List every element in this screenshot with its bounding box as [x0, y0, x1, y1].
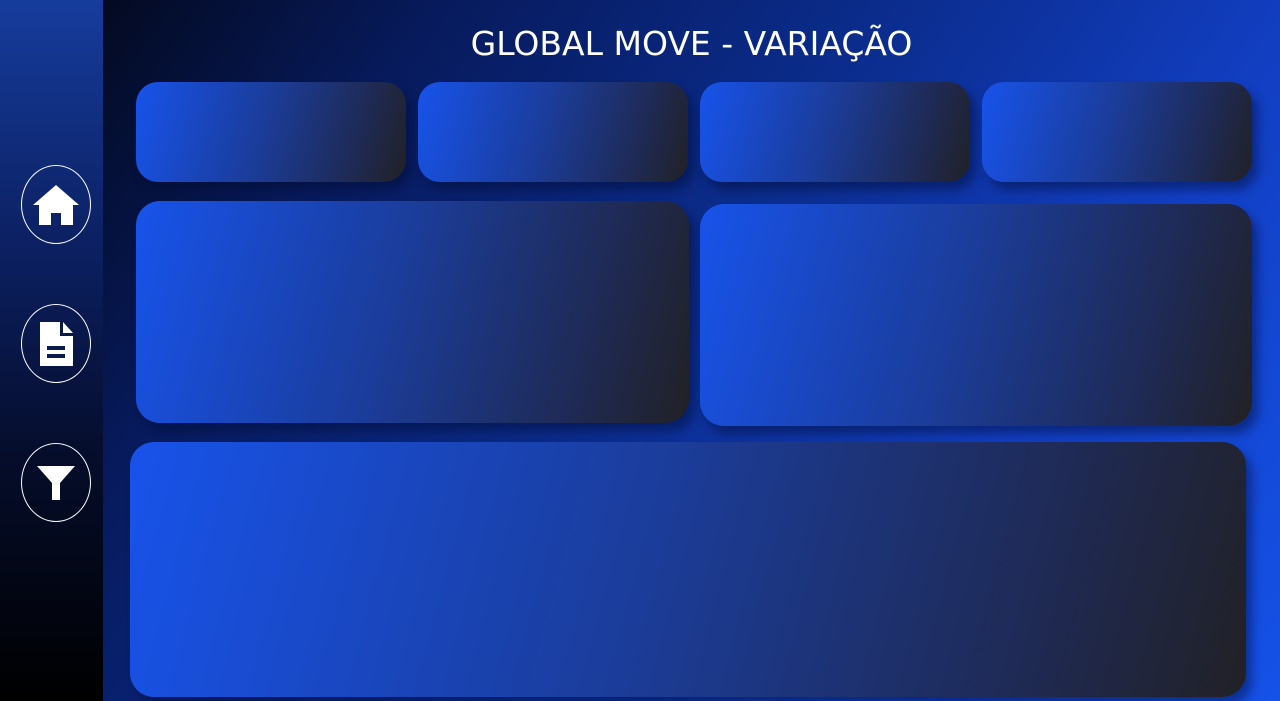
kpi-card-1	[136, 82, 406, 182]
chart-panel-right	[700, 204, 1252, 426]
kpi-card-2	[418, 82, 688, 182]
filter-button[interactable]	[21, 443, 91, 522]
chart-panel-left	[136, 201, 689, 423]
kpi-card-3	[700, 82, 970, 182]
kpi-card-4	[982, 82, 1252, 182]
chart-panel-bottom	[130, 442, 1246, 697]
filter-icon	[37, 465, 75, 500]
home-icon	[33, 184, 79, 225]
report-button[interactable]	[21, 304, 91, 383]
sidebar	[0, 0, 103, 701]
document-icon	[40, 321, 73, 366]
home-button[interactable]	[21, 165, 91, 244]
page-title: GLOBAL MOVE - VARIAÇÃO	[470, 24, 913, 63]
